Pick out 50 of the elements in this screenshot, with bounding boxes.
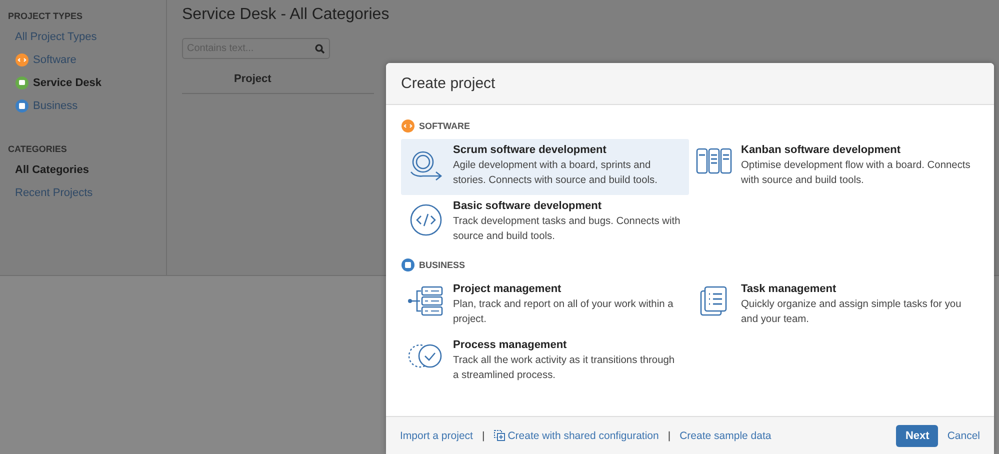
sidebar-heading: CATEGORIES	[8, 144, 67, 154]
document-icon	[15, 98, 29, 112]
code-icon	[409, 203, 443, 237]
sidebar-item[interactable]: All Categories	[8, 158, 166, 181]
project-type-option[interactable]: Scrum software development Agile development with a board, sprints and stories. Connects with source and build tools.	[401, 139, 689, 195]
next-button[interactable]: Next	[896, 424, 938, 446]
option-title: Project management	[453, 283, 562, 295]
cancel-button[interactable]: Cancel	[947, 430, 980, 442]
option-title: Task management	[741, 283, 838, 295]
project-type-option[interactable]: Basic software development Track development tasks and bugs. Connects with source and build tools.	[401, 195, 689, 251]
code-icon	[15, 52, 29, 66]
footer-link[interactable]: Create with shared configuration	[494, 430, 659, 442]
monitor-icon	[15, 76, 29, 90]
sidebar-item[interactable]: All Project Types	[8, 25, 166, 48]
code-icon	[401, 119, 415, 133]
project-type-option[interactable]: Kanban software development Optimise development flow with a board. Connects with source and build tools.	[689, 139, 977, 195]
option-description: Quickly organize and assign simple tasks for you and your team.	[741, 298, 962, 327]
checklist-icon	[700, 286, 728, 316]
footer-link[interactable]: Import a project	[400, 430, 473, 442]
dialog-title: Create project	[401, 75, 496, 92]
option-description: Plan, track and report on all of your work within a project.	[453, 298, 674, 327]
checkmark-circle-icon	[408, 342, 444, 370]
hierarchy-icon	[407, 286, 445, 316]
separator: |	[482, 430, 485, 442]
board-icon	[696, 147, 732, 175]
option-title: Process management	[453, 339, 568, 351]
footer-link[interactable]: Create sample data	[680, 430, 772, 442]
project-type-option[interactable]: Process management Track all the work activity as it transitions through a streamlined process.	[401, 334, 689, 390]
section-heading: SOFTWARE	[419, 121, 470, 131]
project-type-option[interactable]: Task management Quickly organize and assign simple tasks for you and your team.	[689, 278, 977, 334]
document-icon	[401, 258, 415, 272]
option-description: Agile development with a board, sprints and stories. Connects with source and build tools.	[453, 159, 658, 188]
column-header: Project	[234, 73, 272, 85]
page-title: Service Desk - All Categories	[182, 6, 390, 24]
option-title: Basic software development	[453, 200, 603, 212]
sidebar-heading: PROJECT TYPES	[8, 11, 83, 21]
sidebar-item[interactable]: Software	[8, 48, 166, 71]
option-description: Track development tasks and bugs. Connects with source and build tools.	[453, 215, 682, 244]
option-description: Track all the work activity as it transitions through a streamlined process.	[453, 354, 676, 383]
sidebar-item[interactable]: Recent Projects	[8, 181, 166, 204]
option-title: Scrum software development	[453, 144, 608, 156]
option-description: Optimise development flow with a board. Connects with source and build tools.	[741, 159, 971, 188]
section-heading: BUSINESS	[419, 260, 466, 270]
search-icon	[315, 44, 325, 54]
sidebar-item[interactable]: Business	[8, 94, 166, 117]
copy-plus-icon	[494, 430, 505, 441]
project-type-option[interactable]: Project management Plan, track and report on all of your work within a project.	[401, 278, 689, 334]
sidebar-item[interactable]: Service Desk	[8, 71, 166, 94]
separator: |	[668, 430, 671, 442]
option-title: Kanban software development	[741, 144, 902, 156]
